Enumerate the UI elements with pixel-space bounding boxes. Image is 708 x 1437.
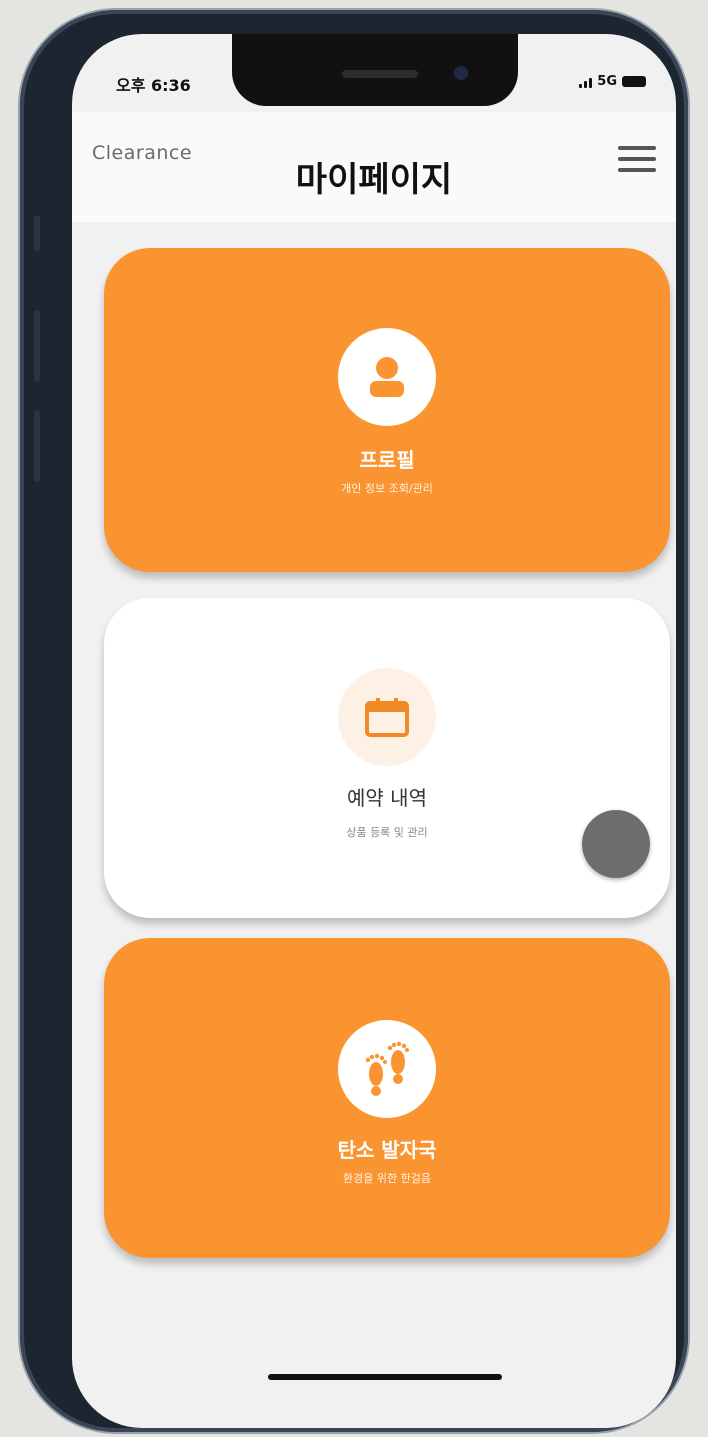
home-indicator[interactable]: [268, 1374, 502, 1380]
volume-up-button: [34, 310, 40, 382]
profile-icon-circle: [338, 328, 436, 426]
network-label: 5G: [597, 74, 617, 89]
battery-icon: [622, 76, 646, 87]
notch: [232, 34, 518, 106]
carbon-subtitle: 환경을 위한 한걸음: [343, 1172, 431, 1185]
speaker-grille: [342, 70, 418, 78]
profile-subtitle: 개인 정보 조회/관리: [341, 482, 433, 495]
carbon-icon-circle: [338, 1020, 436, 1118]
reservation-icon-circle: [338, 668, 436, 766]
user-icon: [370, 357, 404, 397]
reservation-card[interactable]: 예약 내역 상품 등록 및 관리: [104, 598, 670, 918]
reservation-title: 예약 내역: [347, 786, 427, 810]
silent-switch: [34, 215, 40, 251]
profile-card[interactable]: 프로필 개인 정보 조회/관리: [104, 248, 670, 572]
phone-screen: 오후 6:36 5G Clearance 마이페이지 프로필 개인 정보 조회/…: [72, 34, 676, 1428]
front-camera: [454, 66, 468, 80]
page-title: 마이페이지: [295, 160, 453, 200]
status-time: 오후 6:36: [116, 76, 191, 95]
profile-title: 프로필: [359, 448, 415, 472]
hamburger-menu-icon[interactable]: [618, 146, 656, 172]
signal-icon: [579, 76, 593, 88]
floating-action-button[interactable]: [582, 810, 650, 878]
phone-frame: 오후 6:36 5G Clearance 마이페이지 프로필 개인 정보 조회/…: [20, 10, 688, 1432]
carbon-footprint-card[interactable]: 탄소 발자국 환경을 위한 한걸음: [104, 938, 670, 1258]
calendar-icon: [365, 698, 409, 737]
volume-down-button: [34, 410, 40, 482]
carbon-title: 탄소 발자국: [337, 1138, 437, 1162]
footprints-icon: [365, 1041, 409, 1096]
status-icons: 5G: [579, 74, 646, 89]
app-header: Clearance 마이페이지: [72, 112, 676, 222]
